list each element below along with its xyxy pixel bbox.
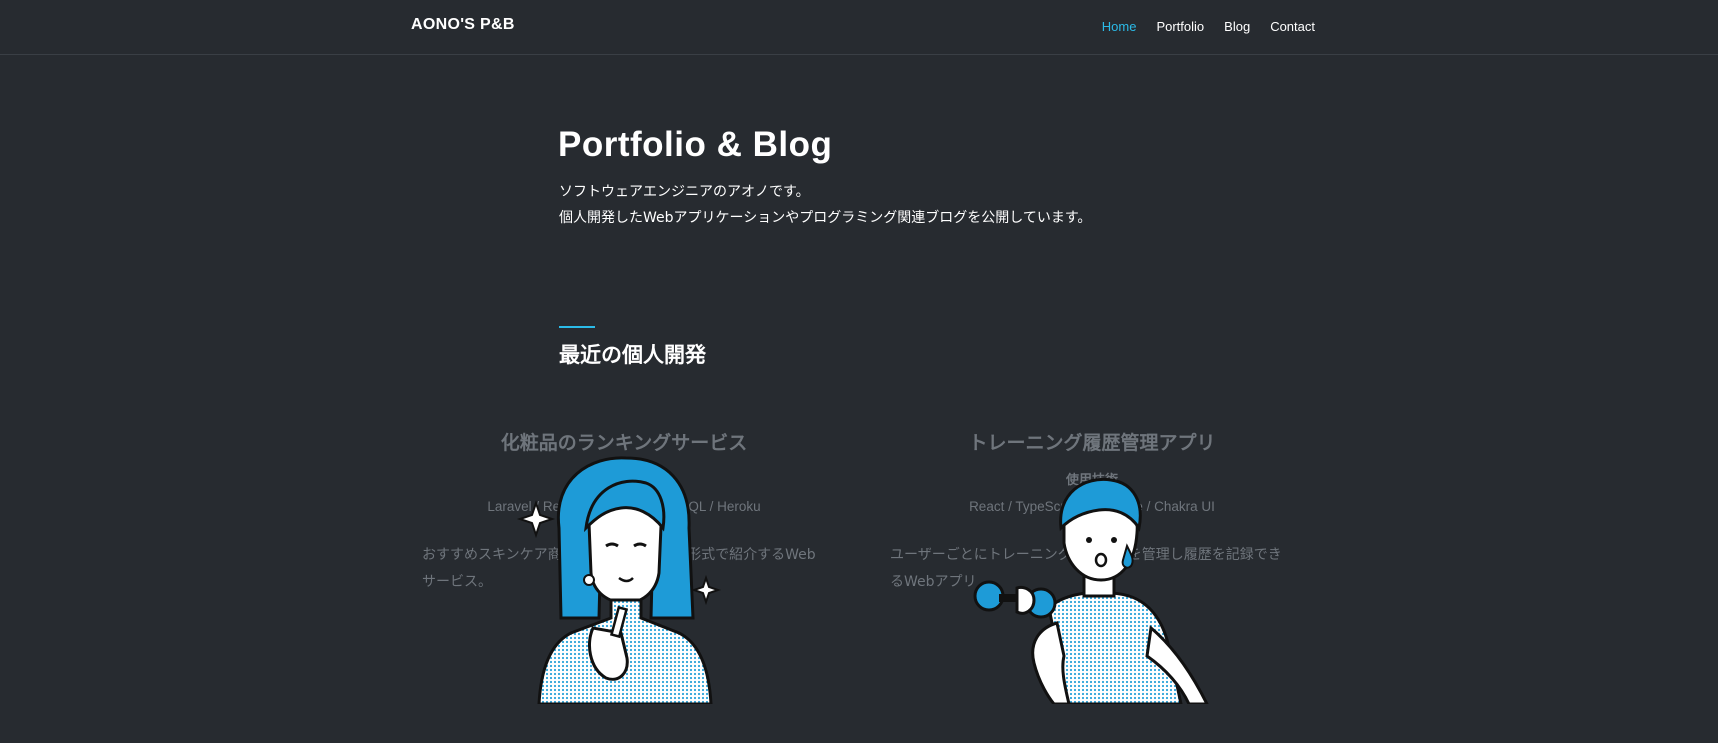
project-description: ユーザーごとにトレーニングメニューを管理し履歴を記録できるWebアプリ: [890, 547, 1282, 590]
section-title: 最近の個人開発: [559, 343, 706, 367]
project-desc-label: [889, 522, 1295, 536]
site-header: AONO'S P&B Home Portfolio Blog Contact: [0, 0, 1718, 55]
project-card-cosmetics[interactable]: 化粧品のランキングサービス 使用技術 Laravel / React / Cha…: [421, 428, 827, 704]
project-card-training[interactable]: トレーニング履歴管理アプリ 使用技術 React / TypeScript / …: [889, 428, 1295, 704]
hero-intro-line-1: ソフトウェアエンジニアのアオノです。: [559, 184, 810, 200]
project-tech-label: 使用技術: [1065, 473, 1118, 488]
project-description: おすすめスキンケア商品を人気ランキング形式で紹介するWebサービス。: [422, 547, 816, 590]
hero-intro-line-2: 個人開発したWebアプリケーションやプログラミング関連ブログを公開しています。: [559, 210, 1092, 226]
project-tech-label: 使用技術: [597, 473, 650, 488]
nav-portfolio[interactable]: Portfolio: [1156, 19, 1204, 34]
nav-home[interactable]: Home: [1102, 19, 1137, 34]
nav-contact[interactable]: Contact: [1270, 19, 1315, 34]
hero-title: Portfolio & Blog: [558, 125, 833, 164]
main-nav: Home Portfolio Blog Contact: [1102, 19, 1315, 34]
project-tech-stack: React / TypeScript / Firebase / Chakra U…: [969, 499, 1215, 514]
project-title: トレーニング履歴管理アプリ: [968, 432, 1216, 454]
project-title: 化粧品のランキングサービス: [500, 432, 748, 454]
site-brand-link[interactable]: AONO'S P&B: [411, 16, 515, 34]
project-tech-stack: Laravel / React / Chakra UI / MySQL / He…: [487, 499, 761, 514]
section-accent-bar: [559, 326, 595, 328]
nav-blog[interactable]: Blog: [1224, 19, 1250, 34]
project-desc-label: 概要: [611, 524, 636, 538]
